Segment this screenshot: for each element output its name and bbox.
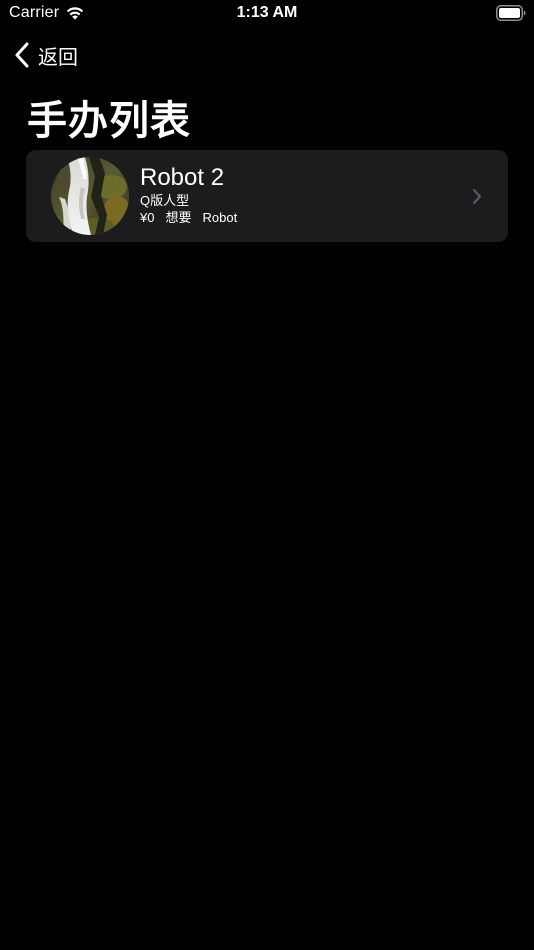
item-text: Robot 2 Q版人型 ¥0 想要 Robot: [140, 164, 237, 226]
chevron-right-icon: [472, 188, 482, 205]
chevron-left-icon: [15, 42, 29, 68]
battery-icon: [496, 5, 526, 21]
status-bar: Carrier 1:13 AM: [0, 0, 534, 30]
waterfall-photo: [51, 157, 129, 235]
back-button[interactable]: 返回: [14, 40, 78, 70]
item-subtitle: Q版人型: [140, 193, 190, 208]
page-title: 手办列表: [27, 99, 191, 143]
status-time: 1:13 AM: [236, 4, 298, 21]
item-category: Robot: [202, 210, 238, 225]
item-meta: ¥0 想要 Robot: [140, 209, 237, 226]
list-item[interactable]: Robot 2 Q版人型 ¥0 想要 Robot: [26, 150, 508, 242]
item-status: 想要: [165, 210, 192, 225]
item-price: ¥0: [140, 210, 155, 225]
item-title: Robot 2: [140, 164, 225, 191]
back-label: 返回: [38, 46, 78, 69]
